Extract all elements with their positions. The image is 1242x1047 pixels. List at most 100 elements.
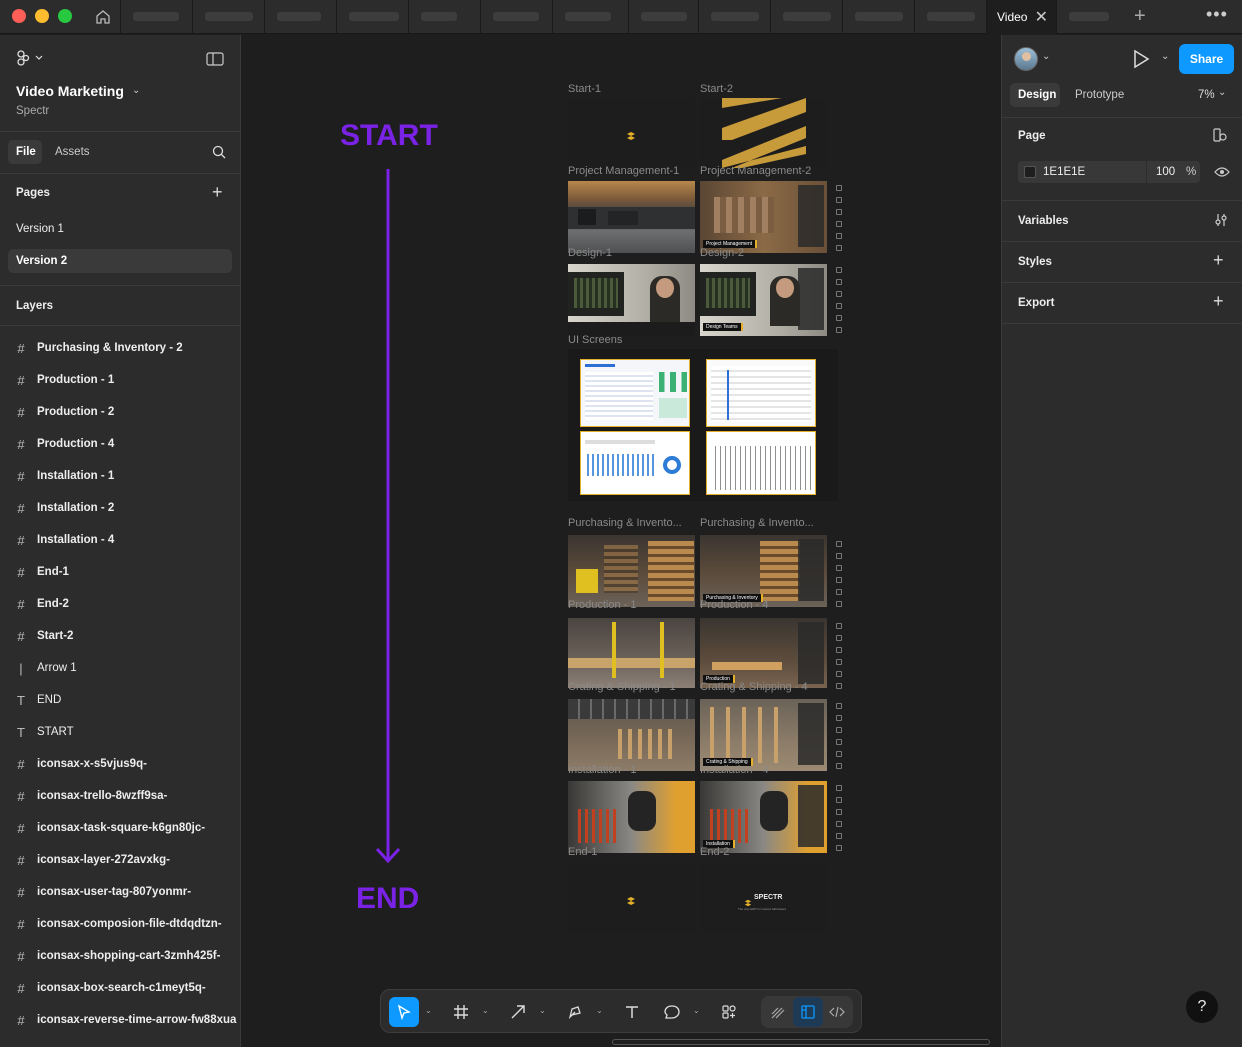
end-text[interactable]: END [356, 882, 419, 916]
share-button[interactable]: Share [1179, 44, 1234, 74]
photo-crating-1[interactable] [568, 699, 695, 771]
layer-item[interactable]: # iconsax-box-search-c1meyt5q- [0, 973, 240, 1005]
frame-end-1[interactable] [568, 863, 695, 933]
file-tab[interactable] [264, 0, 336, 34]
frame-label[interactable]: Design-1 [568, 247, 612, 259]
color-swatch[interactable] [1024, 166, 1036, 178]
frame-label[interactable]: Installation - 1 [568, 764, 636, 776]
file-tab[interactable] [408, 0, 480, 34]
page-color-value[interactable]: 1E1E1E [1043, 166, 1085, 178]
active-file-tab[interactable]: Video Marketing ✕ [986, 0, 1056, 34]
file-tab[interactable] [192, 0, 264, 34]
file-menu-chevron-icon[interactable]: ⌄ [132, 85, 140, 96]
photo-installation-1[interactable] [568, 781, 695, 853]
actions-tool-icon[interactable] [714, 997, 744, 1027]
chevron-down-icon[interactable]: ⌄ [596, 1006, 603, 1015]
layer-item[interactable]: # iconsax-shopping-cart-3zmh425f- [0, 941, 240, 973]
page-color-field[interactable]: 1E1E1E 100 % [1018, 161, 1200, 183]
design-mode-icon[interactable] [793, 997, 823, 1027]
file-tab[interactable] [336, 0, 408, 34]
tab-file[interactable]: File [8, 140, 42, 164]
add-style-icon[interactable]: + [1213, 250, 1224, 271]
photo-design-2[interactable]: Design Teams [700, 264, 827, 336]
file-tab[interactable] [842, 0, 914, 34]
photo-production-4[interactable]: Production [700, 618, 827, 688]
layer-item[interactable]: T START [0, 717, 240, 749]
present-play-icon[interactable] [1132, 49, 1150, 74]
file-tab[interactable] [120, 0, 192, 34]
file-tab[interactable] [914, 0, 986, 34]
frame-label[interactable]: Start-1 [568, 83, 601, 95]
photo-purchasing-2[interactable]: Purchasing & Inventory [700, 535, 827, 607]
tab-assets[interactable]: Assets [55, 146, 90, 158]
photo-crating-4[interactable]: Crating & Shipping [700, 699, 827, 771]
frame-label[interactable]: Purchasing & Invento... [568, 517, 682, 529]
photo-project-management-2[interactable]: Project Management [700, 181, 827, 253]
layer-item[interactable]: # Start-2 [0, 621, 240, 653]
minimize-window-button[interactable] [35, 9, 49, 23]
canvas[interactable]: START END Start-1 Start-2 Project Manage… [242, 35, 1001, 1047]
pen-tool-icon[interactable] [560, 997, 590, 1027]
layer-item[interactable]: # iconsax-task-square-k6gn80jc- [0, 813, 240, 845]
project-name[interactable]: Spectr [16, 105, 49, 117]
frame-label[interactable]: Installation - 4 [700, 764, 768, 776]
avatar-chevron-icon[interactable]: ⌄ [1042, 51, 1050, 62]
layer-item[interactable]: # iconsax-trello-8wzff9sa- [0, 781, 240, 813]
add-export-icon[interactable]: + [1213, 291, 1224, 312]
file-tab[interactable] [628, 0, 698, 34]
layer-item[interactable]: T END [0, 685, 240, 717]
variables-heading[interactable]: Variables [1018, 215, 1069, 227]
layer-item[interactable]: # iconsax-x-s5vjus9q- [0, 749, 240, 781]
frame-label[interactable]: End-2 [700, 846, 729, 858]
dev-mode-icon[interactable] [822, 997, 852, 1027]
file-tab[interactable] [552, 0, 628, 34]
comment-tool-icon[interactable] [657, 997, 687, 1027]
maximize-window-button[interactable] [58, 9, 72, 23]
layer-item[interactable]: # iconsax-reverse-time-arrow-fw88xua [0, 1005, 240, 1037]
layer-item[interactable]: # Production - 4 [0, 429, 240, 461]
photo-production-1[interactable] [568, 618, 695, 688]
close-window-button[interactable] [12, 9, 26, 23]
zoom-level[interactable]: 7% [1198, 89, 1215, 101]
page-item-version-1[interactable]: Version 1 [16, 223, 64, 235]
layer-item[interactable]: # iconsax-layer-272avxkg- [0, 845, 240, 877]
new-tab-icon[interactable]: + [1134, 5, 1146, 28]
file-tab[interactable] [1056, 0, 1128, 34]
photo-installation-4[interactable]: Installation [700, 781, 827, 853]
zoom-chevron-icon[interactable]: ⌄ [1218, 87, 1226, 98]
start-text[interactable]: START [340, 119, 438, 153]
chevron-down-icon[interactable]: ⌄ [539, 1006, 546, 1015]
layer-item[interactable]: # Production - 2 [0, 397, 240, 429]
styles-heading[interactable]: Styles [1018, 256, 1052, 268]
tab-design[interactable]: Design [1010, 83, 1060, 107]
avatar[interactable] [1014, 47, 1038, 71]
frame-label[interactable]: Crating & Shipping - 1 [568, 681, 676, 693]
photo-purchasing-1[interactable] [568, 535, 695, 607]
move-tool-icon[interactable] [389, 997, 419, 1027]
layer-item[interactable]: # Installation - 1 [0, 461, 240, 493]
home-icon[interactable] [86, 0, 120, 34]
layer-item[interactable]: # iconsax-user-tag-807yonmr- [0, 877, 240, 909]
chevron-down-icon[interactable]: ⌄ [693, 1006, 700, 1015]
add-page-icon[interactable]: + [212, 182, 223, 203]
close-tab-icon[interactable]: ✕ [1035, 7, 1048, 27]
present-chevron-icon[interactable]: ⌄ [1161, 51, 1169, 62]
layer-item[interactable]: # Purchasing & Inventory - 2 [0, 333, 240, 365]
layer-item[interactable]: # End-2 [0, 589, 240, 621]
frame-start-1[interactable] [568, 98, 695, 168]
page-item-version-2[interactable]: Version 2 [8, 249, 232, 273]
file-tab[interactable] [480, 0, 552, 34]
tab-prototype[interactable]: Prototype [1075, 89, 1124, 101]
variables-adjust-icon[interactable] [1214, 213, 1228, 232]
frame-ui-screens[interactable] [568, 349, 838, 501]
figma-menu-icon[interactable] [16, 50, 44, 71]
file-name[interactable]: Video Marketing [16, 83, 124, 99]
photo-design-1[interactable] [568, 264, 695, 336]
layer-item[interactable]: | Arrow 1 [0, 653, 240, 685]
layer-item[interactable]: # Installation - 2 [0, 493, 240, 525]
arrow-tool-icon[interactable] [503, 997, 533, 1027]
toggle-sidebar-icon[interactable] [206, 52, 224, 71]
frame-tool-icon[interactable] [446, 997, 476, 1027]
text-tool-icon[interactable] [617, 997, 647, 1027]
chevron-down-icon[interactable]: ⌄ [482, 1006, 489, 1015]
